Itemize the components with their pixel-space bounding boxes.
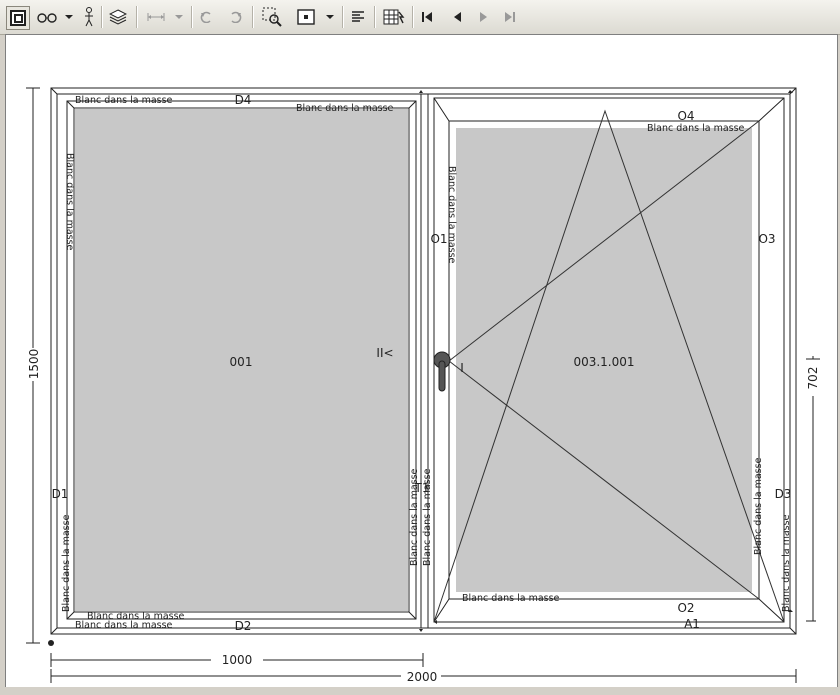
hinge-mark: I bbox=[460, 361, 464, 375]
dimension-width-left: 1000 bbox=[222, 653, 253, 667]
label-o1: O1 bbox=[430, 232, 447, 246]
person-icon[interactable] bbox=[80, 6, 98, 28]
label-d1: D1 bbox=[52, 487, 69, 501]
finish-label: Blanc dans la masse bbox=[647, 123, 745, 134]
label-d3: D3 bbox=[775, 487, 792, 501]
left-pane-label: 001 bbox=[230, 355, 253, 369]
last-icon[interactable] bbox=[500, 6, 520, 28]
label-a1: A1 bbox=[684, 617, 700, 631]
handle-mark: II< bbox=[376, 346, 393, 360]
drawing-canvas[interactable]: 001 D4 D1 D2 T1 II< 003.1.001 O4 O1 O3 O… bbox=[5, 34, 838, 688]
label-o3: O3 bbox=[758, 232, 775, 246]
next-icon[interactable] bbox=[474, 6, 494, 28]
finish-label: Blanc dans la masse bbox=[781, 514, 792, 612]
finish-label: Blanc dans la masse bbox=[64, 153, 75, 251]
align-left-icon[interactable] bbox=[348, 6, 368, 28]
dimension-height-total: 1500 bbox=[27, 349, 41, 380]
finish-label: Blanc dans la masse bbox=[409, 468, 420, 566]
first-icon[interactable] bbox=[418, 6, 438, 28]
label-o4: O4 bbox=[677, 109, 694, 123]
frame-select-icon[interactable] bbox=[294, 6, 318, 28]
finish-label: Blanc dans la masse bbox=[296, 103, 394, 114]
finish-label: Blanc dans la masse bbox=[75, 620, 173, 631]
dropdown-arrow-icon[interactable] bbox=[323, 6, 337, 28]
toolbar bbox=[0, 0, 840, 35]
label-d2: D2 bbox=[235, 619, 252, 633]
finish-label: Blanc dans la masse bbox=[422, 468, 433, 566]
status-bar bbox=[0, 687, 840, 695]
finish-label: Blanc dans la masse bbox=[462, 593, 560, 604]
frame-view-icon[interactable] bbox=[6, 6, 30, 30]
finish-label: Blanc dans la masse bbox=[446, 166, 457, 264]
dropdown-arrow-icon[interactable] bbox=[62, 6, 76, 28]
handle-icon[interactable] bbox=[433, 351, 451, 392]
glasses-icon[interactable] bbox=[34, 6, 60, 28]
zoom-select-icon[interactable] bbox=[260, 6, 284, 28]
redo-icon[interactable] bbox=[225, 6, 245, 28]
window-drawing: 001 D4 D1 D2 T1 II< 003.1.001 O4 O1 O3 O… bbox=[26, 87, 820, 684]
dimension-icon[interactable] bbox=[144, 6, 168, 28]
label-d4: D4 bbox=[235, 93, 252, 107]
undo-icon[interactable] bbox=[197, 6, 217, 28]
finish-label: Blanc dans la masse bbox=[753, 457, 764, 555]
finish-label: Blanc dans la masse bbox=[75, 95, 173, 106]
finish-label: Blanc dans la masse bbox=[61, 514, 72, 612]
right-pane-label: 003.1.001 bbox=[573, 355, 634, 369]
label-o2: O2 bbox=[677, 601, 694, 615]
layers-icon[interactable] bbox=[107, 6, 129, 28]
previous-icon[interactable] bbox=[447, 6, 467, 28]
dropdown-arrow-icon[interactable] bbox=[172, 6, 186, 28]
dimension-width-total: 2000 bbox=[407, 670, 438, 684]
calculator-icon[interactable] bbox=[382, 6, 406, 28]
dimension-height-handle: 702 bbox=[806, 367, 820, 390]
